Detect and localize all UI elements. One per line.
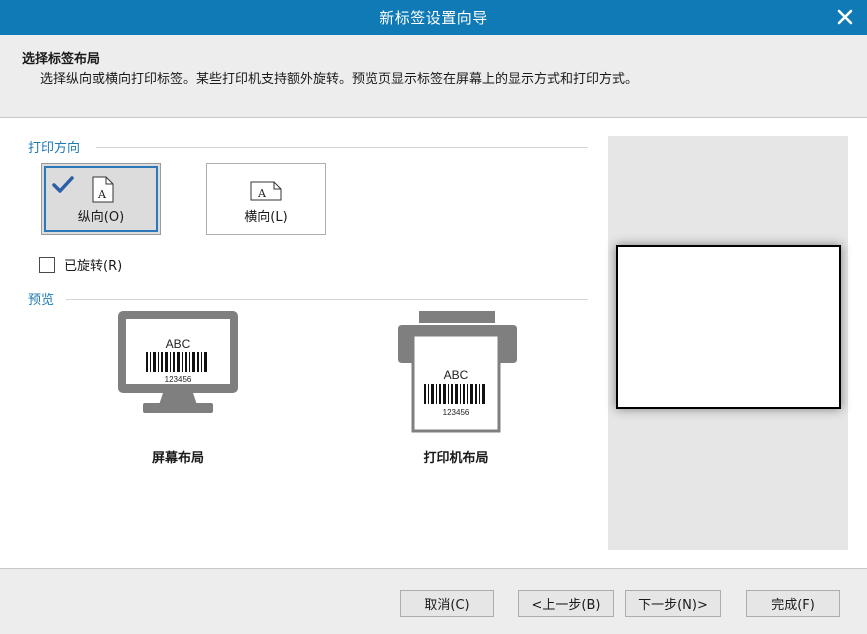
rotated-checkbox-label: 已旋转(R): [64, 259, 123, 274]
preview-section-divider: [66, 299, 588, 300]
next-button[interactable]: 下一步(N)>: [625, 590, 721, 617]
portrait-page-letter: A: [97, 188, 107, 201]
monitor-icon: ABC 123456: [118, 311, 238, 413]
landscape-page-icon: A: [250, 181, 282, 201]
wizard-header: 选择标签布局 选择纵向或横向打印标签。某些打印机支持额外旋转。预览页显示标签在屏…: [0, 35, 867, 118]
printer-icon: ABC 123456: [398, 311, 517, 433]
printer-sample-text: ABC: [444, 368, 469, 382]
portrait-page-icon: A: [92, 176, 114, 203]
checkmark-icon: [52, 176, 74, 193]
preview-section-label: 预览: [28, 293, 55, 308]
rotated-checkbox-row[interactable]: 已旋转(R): [39, 255, 122, 274]
step-title: 选择标签布局: [22, 52, 101, 67]
close-icon: [837, 9, 853, 25]
orientation-section-divider: [96, 147, 588, 148]
cancel-button[interactable]: 取消(C): [400, 590, 494, 617]
back-button[interactable]: <上一步(B): [518, 590, 614, 617]
landscape-button[interactable]: A 横向(L): [206, 163, 326, 235]
printer-layout-caption: 打印机布局: [423, 451, 489, 466]
label-preview: [616, 245, 841, 409]
close-button[interactable]: [833, 5, 857, 29]
portrait-button[interactable]: A 纵向(O): [41, 163, 161, 235]
landscape-page-letter: A: [257, 187, 267, 200]
step-description: 选择纵向或横向打印标签。某些打印机支持额外旋转。预览页显示标签在屏幕上的显示方式…: [40, 72, 639, 87]
orientation-section-label: 打印方向: [28, 141, 81, 156]
window-title: 新标签设置向导: [379, 9, 488, 27]
screen-layout-caption: 屏幕布局: [151, 451, 204, 466]
finish-button[interactable]: 完成(F): [746, 590, 840, 617]
rotated-checkbox[interactable]: [39, 256, 55, 273]
landscape-label: 横向(L): [244, 210, 288, 225]
screen-sample-text: ABC: [166, 337, 191, 351]
portrait-label: 纵向(O): [77, 210, 125, 225]
title-bar: 新标签设置向导: [0, 0, 867, 35]
printer-sample-number: 123456: [443, 408, 470, 417]
screen-sample-number: 123456: [165, 375, 192, 384]
